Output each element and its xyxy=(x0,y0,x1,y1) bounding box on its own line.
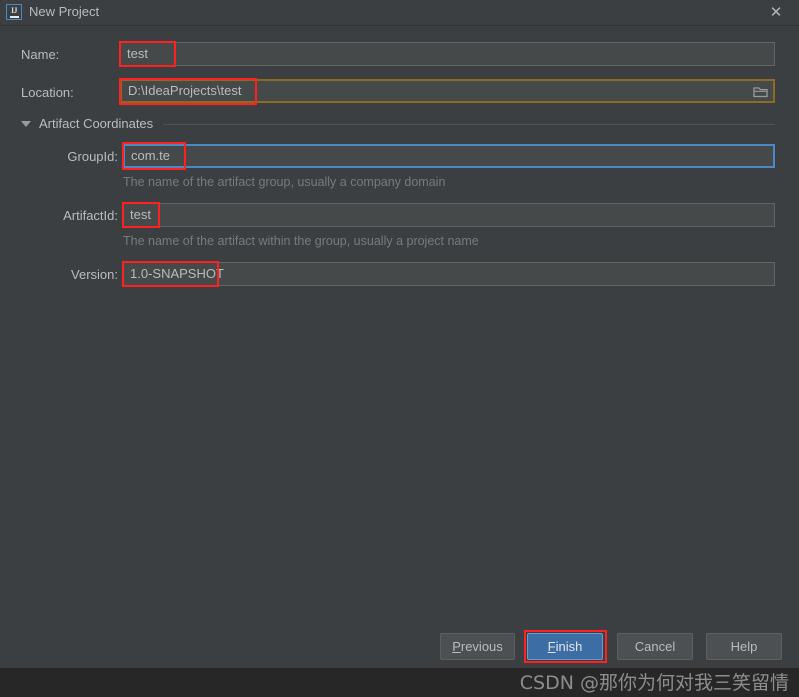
artifactid-hint: The name of the artifact within the grou… xyxy=(123,234,479,248)
section-divider xyxy=(163,123,775,125)
cancel-button[interactable]: Cancel xyxy=(617,633,693,660)
groupid-input[interactable]: com.te xyxy=(123,144,775,168)
groupid-hint: The name of the artifact group, usually … xyxy=(123,175,446,189)
artifactid-input-value: test xyxy=(130,207,151,222)
folder-browse-icon[interactable] xyxy=(753,85,769,99)
close-icon[interactable]: ✕ xyxy=(753,0,799,25)
help-button[interactable]: Help xyxy=(706,633,782,660)
app-icon-underline xyxy=(9,15,19,18)
groupid-label: GroupId: xyxy=(67,149,118,164)
intellij-idea-icon: IJ xyxy=(6,4,22,20)
artifact-coordinates-section-header[interactable]: Artifact Coordinates xyxy=(21,115,775,133)
csdn-watermark: CSDN @那你为何对我三笑留情 xyxy=(519,672,789,694)
version-input[interactable]: 1.0-SNAPSHOT xyxy=(123,262,775,286)
version-input-value: 1.0-SNAPSHOT xyxy=(130,266,224,281)
artifact-coordinates-label: Artifact Coordinates xyxy=(39,116,154,131)
version-label: Version: xyxy=(71,267,118,282)
title-bar: IJ New Project ✕ xyxy=(0,0,799,26)
name-input[interactable]: test xyxy=(120,42,775,66)
window-title: New Project xyxy=(29,4,100,19)
name-input-value: test xyxy=(127,46,148,61)
location-input-value: D:\IdeaProjects\test xyxy=(128,83,242,98)
finish-button[interactable]: Finish xyxy=(527,633,603,660)
triangle-down-icon xyxy=(21,121,31,127)
location-input[interactable]: D:\IdeaProjects\test xyxy=(120,79,775,103)
artifactid-label: ArtifactId: xyxy=(63,208,118,223)
artifactid-input[interactable]: test xyxy=(123,203,775,227)
location-label: Location: xyxy=(21,85,74,100)
previous-button[interactable]: Previous xyxy=(440,633,515,660)
finish-button-label: Finish xyxy=(547,639,583,654)
app-icon-text: IJ xyxy=(10,5,18,15)
previous-button-label: Previous xyxy=(452,639,503,654)
name-label: Name: xyxy=(21,47,60,62)
groupid-input-value: com.te xyxy=(131,148,171,163)
